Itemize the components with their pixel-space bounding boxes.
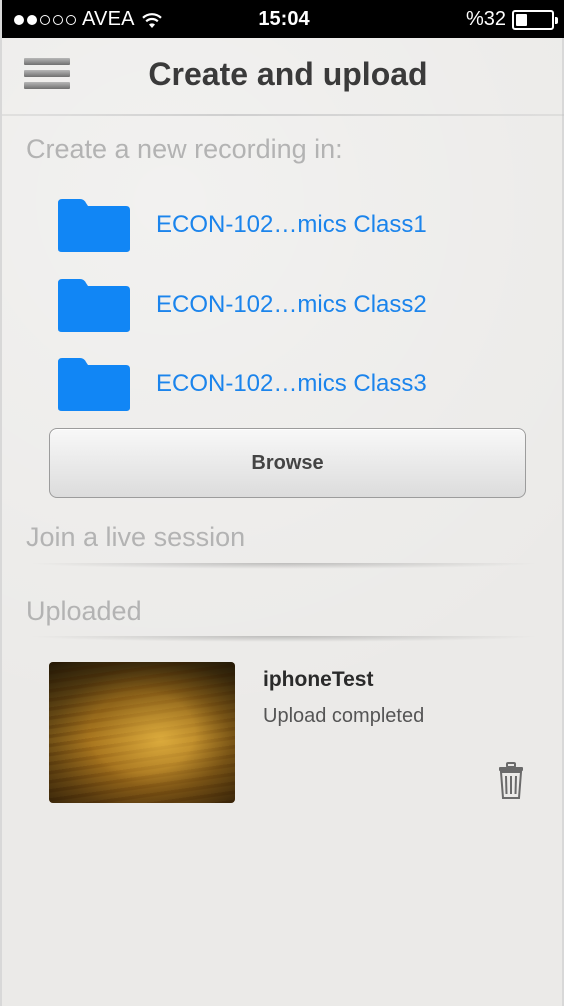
- trash-icon[interactable]: [497, 762, 525, 800]
- folder-label: ECON-102…mics Class2: [156, 291, 427, 318]
- app-screen: AVEA 15:04 %32 Create and upload Create …: [0, 0, 564, 1006]
- header-divider: [2, 114, 564, 116]
- folder-item-class1[interactable]: ECON-102…mics Class1: [56, 195, 526, 255]
- join-live-session-label[interactable]: Join a live session: [26, 522, 245, 553]
- uploaded-item-title[interactable]: iphoneTest: [263, 668, 373, 692]
- folder-item-class3[interactable]: ECON-102…mics Class3: [56, 354, 526, 414]
- nav-header: Create and upload: [2, 38, 564, 114]
- uploaded-section-label: Uploaded: [26, 596, 142, 626]
- folder-label: ECON-102…mics Class3: [156, 370, 427, 397]
- battery-percent: %32: [465, 8, 506, 30]
- folder-icon: [58, 279, 130, 332]
- create-section-label: Create a new recording in:: [26, 134, 343, 164]
- folder-icon: [58, 199, 130, 252]
- section-divider: [26, 563, 542, 569]
- battery-icon: [512, 9, 558, 30]
- browse-button[interactable]: Browse: [49, 428, 526, 498]
- battery-level: [516, 13, 527, 26]
- status-bar: AVEA 15:04 %32: [2, 0, 564, 38]
- page-title: Create and upload: [148, 56, 428, 92]
- video-thumbnail[interactable]: [49, 662, 235, 803]
- status-right: %32: [465, 8, 558, 31]
- uploaded-item-status: Upload completed: [263, 705, 425, 727]
- folder-icon: [58, 358, 130, 411]
- folder-item-class2[interactable]: ECON-102…mics Class2: [56, 275, 526, 335]
- section-divider: [26, 636, 542, 642]
- folder-label: ECON-102…mics Class1: [156, 211, 427, 238]
